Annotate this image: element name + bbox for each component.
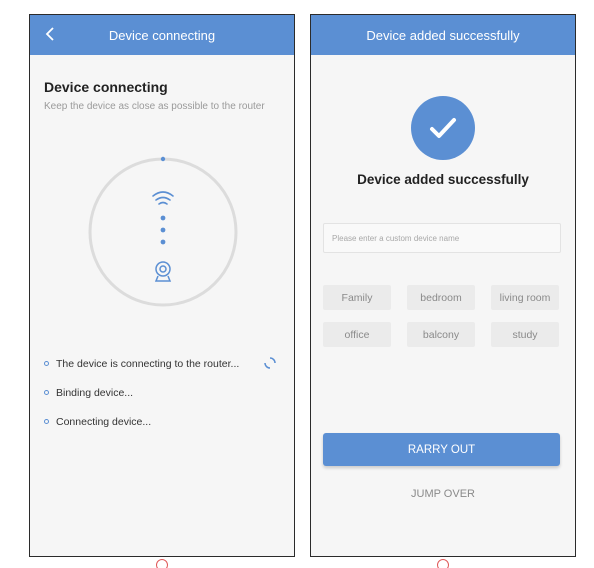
top-bar: Device connecting: [30, 15, 294, 55]
room-chip-office[interactable]: office: [323, 322, 391, 347]
back-button[interactable]: [38, 22, 62, 46]
step-item: Connecting device...: [44, 407, 284, 436]
checkmark-icon: [430, 118, 456, 138]
top-bar-title: Device connecting: [108, 27, 216, 43]
step-label: Connecting device...: [56, 415, 152, 428]
room-chip-balcony[interactable]: balcony: [407, 322, 475, 347]
step-bullet: [44, 390, 49, 395]
step-marker-icon: [437, 559, 449, 568]
device-connecting-screen: Device connecting Device connecting Keep…: [29, 14, 295, 557]
step-bullet: [44, 361, 49, 366]
device-added-screen: Device added successfully Device added s…: [310, 14, 576, 557]
top-bar: Device added successfully: [311, 15, 575, 55]
page-subtitle: Keep the device as close as possible to …: [44, 101, 265, 112]
camera-icon: [154, 261, 172, 282]
top-bar-title: Device added successfully: [366, 27, 520, 43]
room-chip-bedroom[interactable]: bedroom: [407, 285, 475, 310]
wifi-icon: [152, 191, 174, 205]
progress-ring-indicator: [160, 156, 166, 162]
device-name-input[interactable]: [323, 223, 561, 253]
connection-dots: [160, 215, 166, 245]
room-chip-family[interactable]: Family: [323, 285, 391, 310]
step-item: Binding device...: [44, 378, 284, 407]
back-arrow-icon: [45, 27, 54, 41]
room-chip-study[interactable]: study: [491, 322, 559, 347]
step-item: The device is connecting to the router..…: [44, 349, 284, 378]
step-label: The device is connecting to the router..…: [56, 357, 240, 370]
step-bullet: [44, 419, 49, 424]
room-chip-living-room[interactable]: living room: [491, 285, 559, 310]
page-title: Device connecting: [44, 79, 168, 95]
connection-steps: The device is connecting to the router..…: [44, 349, 284, 436]
success-title: Device added successfully: [357, 172, 529, 187]
skip-button[interactable]: JUMP OVER: [311, 488, 575, 500]
connection-animation: [86, 155, 240, 309]
loading-spinner-icon: [264, 357, 276, 369]
step-label: Binding device...: [56, 386, 134, 399]
confirm-button[interactable]: RARRY OUT: [323, 433, 560, 466]
step-marker-icon: [156, 559, 168, 568]
success-badge: [411, 96, 475, 160]
